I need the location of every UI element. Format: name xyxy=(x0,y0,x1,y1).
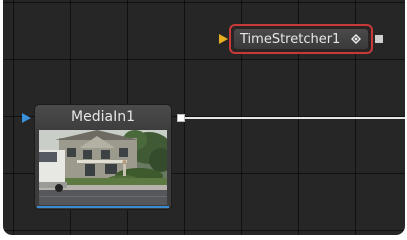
mediain-output-port[interactable] xyxy=(177,114,185,122)
timestretcher-node-body[interactable]: TimeStretcher1 xyxy=(234,29,368,49)
mediain-input-triangle-icon[interactable] xyxy=(22,113,31,123)
timestretcher-node-title: TimeStretcher1 xyxy=(240,31,341,47)
connection-line[interactable] xyxy=(185,117,405,119)
timestretcher-output-port[interactable] xyxy=(375,35,383,43)
diamond-icon[interactable] xyxy=(350,33,362,45)
mediain-thumbnail xyxy=(39,130,167,205)
timestretcher-node[interactable]: TimeStretcher1 xyxy=(229,24,373,54)
mediain-node-title: MediaIn1 xyxy=(35,105,171,129)
mediain-selection-underline xyxy=(37,206,169,208)
node-editor-canvas[interactable]: TimeStretcher1 MediaIn1 xyxy=(3,0,405,235)
mediain-node[interactable]: MediaIn1 xyxy=(34,104,172,210)
timestretcher-input-triangle-icon[interactable] xyxy=(219,34,228,44)
